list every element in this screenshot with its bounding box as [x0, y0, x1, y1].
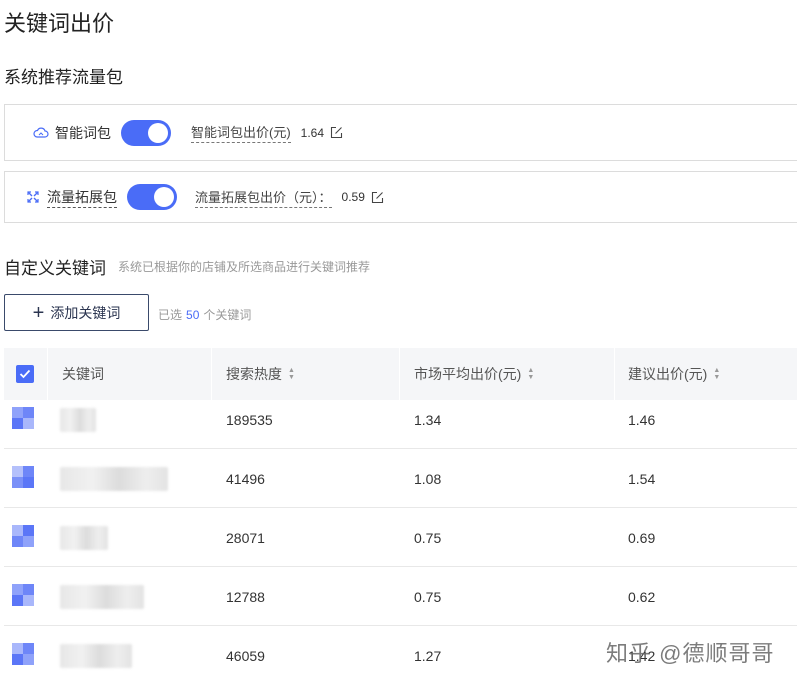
suggested-bid-cell: 0.69 — [628, 529, 656, 546]
row-checkbox[interactable] — [12, 584, 34, 606]
expand-price-label: 流量拓展包出价（元）： — [195, 187, 332, 208]
toggle-knob — [154, 187, 174, 207]
page-title: 关键词出价 — [4, 11, 115, 36]
selected-suffix: 个关键词 — [203, 308, 252, 322]
column-label: 市场平均出价(元) — [414, 366, 522, 382]
avg-bid-cell: 0.75 — [414, 529, 442, 546]
keyword-cell-redacted — [60, 390, 96, 449]
table-row[interactable]: 41496 1.08 1.54 — [4, 449, 797, 508]
column-label: 建议出价(元) — [628, 366, 708, 382]
search-heat-cell: 28071 — [226, 529, 265, 546]
keyword-cell-redacted — [60, 449, 168, 508]
row-checkbox[interactable] — [12, 407, 34, 429]
custom-keywords-title: 自定义关键词 — [4, 259, 106, 278]
expand-package-name: 流量拓展包 — [47, 187, 117, 208]
search-heat-cell: 12788 — [226, 588, 265, 605]
selected-count-info: 已选 50 个关键词 — [158, 306, 251, 323]
watermark: 知乎 @德顺哥哥 — [606, 641, 775, 666]
edit-icon[interactable] — [330, 126, 343, 139]
system-packages-title: 系统推荐流量包 — [4, 68, 123, 87]
avg-bid-cell: 1.27 — [414, 647, 442, 664]
table-row[interactable]: 189535 1.34 1.46 — [4, 390, 797, 449]
edit-icon[interactable] — [371, 191, 384, 204]
smart-package-toggle[interactable] — [121, 119, 171, 146]
smart-price-value: 1.64 — [300, 125, 325, 140]
sort-icon[interactable]: ▲ ▼ — [288, 367, 295, 381]
avg-bid-cell: 0.75 — [414, 588, 442, 605]
search-heat-cell: 189535 — [226, 411, 273, 428]
custom-keywords-hint: 系统已根据你的店铺及所选商品进行关键词推荐 — [118, 260, 371, 274]
smart-package-card: 智能词包 智能词包出价(元) 1.64 — [4, 104, 797, 161]
expand-price-value: 0.59 — [341, 190, 365, 204]
suggested-bid-cell: 1.54 — [628, 470, 656, 487]
suggested-bid-cell: 1.46 — [628, 411, 656, 428]
expand-arrows-icon — [25, 189, 41, 205]
keyword-cell-redacted — [60, 567, 144, 626]
search-heat-cell: 46059 — [226, 647, 265, 664]
selected-count: 50 — [186, 308, 200, 322]
table-row[interactable]: 12788 0.75 0.62 — [4, 567, 797, 626]
avg-bid-cell: 1.08 — [414, 470, 442, 487]
keyword-cell-redacted — [60, 626, 132, 683]
expand-package-card: 流量拓展包 流量拓展包出价（元）： 0.59 — [4, 171, 797, 223]
cloud-icon — [33, 125, 49, 141]
add-keyword-button[interactable]: + 添加关键词 — [4, 294, 149, 331]
row-checkbox[interactable] — [12, 466, 34, 488]
smart-price-label: 智能词包出价(元) — [191, 122, 291, 143]
keyword-cell-redacted — [60, 508, 108, 567]
table-row[interactable]: 28071 0.75 0.69 — [4, 508, 797, 567]
sort-icon[interactable]: ▲ ▼ — [713, 367, 720, 381]
row-checkbox[interactable] — [12, 525, 34, 547]
expand-package-toggle[interactable] — [127, 184, 177, 210]
column-label: 搜索热度 — [226, 366, 282, 382]
avg-bid-cell: 1.34 — [414, 411, 442, 428]
selected-prefix: 已选 — [158, 308, 183, 322]
select-all-checkbox[interactable] — [16, 365, 34, 383]
plus-icon: + — [32, 301, 45, 324]
toggle-knob — [148, 122, 168, 143]
search-heat-cell: 41496 — [226, 470, 265, 487]
add-keyword-label: 添加关键词 — [50, 304, 121, 321]
sort-icon[interactable]: ▲ ▼ — [527, 367, 534, 381]
smart-package-name: 智能词包 — [55, 124, 111, 141]
suggested-bid-cell: 0.62 — [628, 588, 656, 605]
checkmark-icon — [19, 369, 31, 379]
row-checkbox[interactable] — [12, 643, 34, 665]
